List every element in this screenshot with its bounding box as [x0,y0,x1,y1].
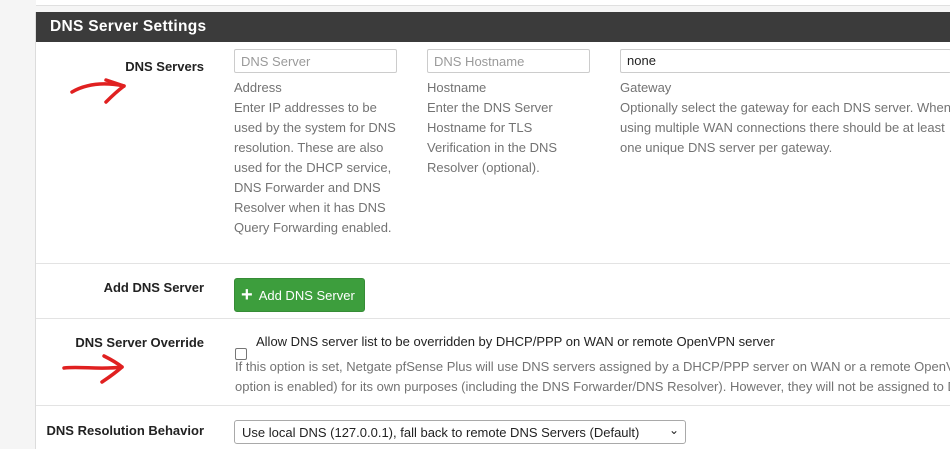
hostname-help: Hostname Enter the DNS Server Hostname f… [427,78,577,178]
gateway-help: Gateway Optionally select the gateway fo… [620,78,950,164]
gateway-description: Optionally select the gateway for each D… [620,100,950,155]
dns-hostname-input[interactable] [427,49,590,73]
plus-icon: + [241,284,253,306]
dns-server-address-input[interactable] [234,49,397,73]
gateway-select[interactable]: none [620,49,950,73]
chevron-down-icon: ⌄ [668,423,679,437]
dns-resolution-behavior-label: DNS Resolution Behavior [46,423,204,438]
dns-override-checkbox-label[interactable]: Allow DNS server list to be overridden b… [256,334,775,349]
dns-servers-label: DNS Servers [125,59,204,74]
gateway-caption: Gateway [620,80,672,95]
row-divider [36,405,950,406]
dns-settings-panel: DNS Server Settings DNS Servers Address … [35,12,950,449]
previous-panel-edge [36,0,950,6]
row-divider [36,318,950,319]
add-dns-server-label: Add DNS Server [103,280,204,295]
red-arrow-annotation-icon [70,78,126,104]
row-divider [36,263,950,264]
dns-resolution-behavior-select[interactable]: Use local DNS (127.0.0.1), fall back to … [234,420,686,444]
hostname-caption: Hostname [427,80,487,95]
panel-title: DNS Server Settings [36,12,950,42]
dns-override-help-line2: option is enabled) for its own purposes … [235,379,950,394]
red-arrow-annotation-icon [62,354,124,384]
dns-override-help-line1: If this option is set, Netgate pfSense P… [235,359,950,374]
hostname-description: Enter the DNS Server Hostname for TLS Ve… [427,100,558,175]
address-description: Enter IP addresses to be used by the sys… [234,100,396,235]
address-help: Address Enter IP addresses to be used by… [234,78,402,238]
dns-override-help: If this option is set, Netgate pfSense P… [235,357,950,399]
dns-resolution-selected-value: Use local DNS (127.0.0.1), fall back to … [242,424,640,440]
dns-server-override-label: DNS Server Override [75,335,204,350]
add-dns-server-button-label: Add DNS Server [258,287,355,303]
address-caption: Address [234,80,282,95]
add-dns-server-button[interactable]: + Add DNS Server [234,278,365,312]
